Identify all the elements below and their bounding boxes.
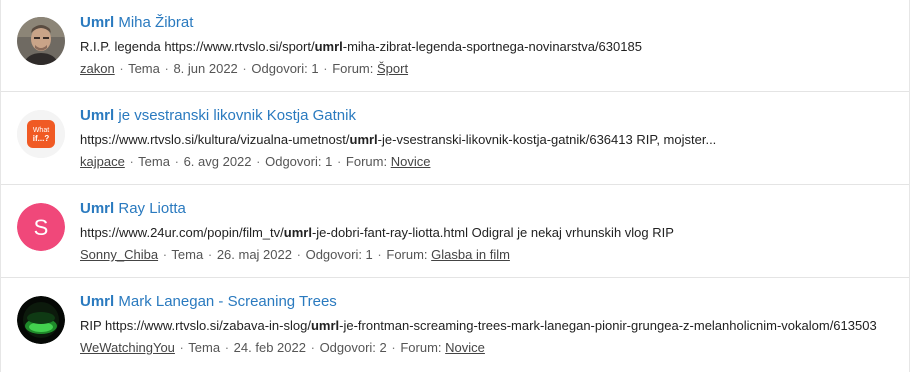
user-avatar[interactable]: [17, 296, 65, 344]
snippet-highlight: umrl: [310, 318, 340, 333]
title-text: je vsestranski likovnik Kostja Gatnik: [114, 107, 356, 124]
result-title-link[interactable]: Umrl Mark Lanegan - Screaning Trees: [80, 293, 337, 310]
snippet-text: https://www.24ur.com/popin/film_tv/: [80, 225, 284, 240]
result-item: Umrl Miha Žibrat R.I.P. legenda https://…: [1, 0, 909, 92]
title-text: Ray Liotta: [114, 200, 186, 217]
post-type: Tema: [128, 61, 160, 76]
reply-count: Odgovori: 1: [305, 247, 373, 262]
result-meta: Sonny_Chiba · Tema · 26. maj 2022 · Odgo…: [80, 247, 510, 262]
forum-label: Forum:: [386, 247, 428, 262]
author-link[interactable]: zakon: [80, 61, 115, 76]
snippet-text: -je-vsestranski-likovnik-kostja-gatnik/6…: [377, 132, 717, 147]
title-keyword: Umrl: [80, 293, 115, 310]
result-item: Umrl Mark Lanegan - Screaning Trees RIP …: [1, 279, 909, 371]
author-link[interactable]: Sonny_Chiba: [80, 247, 158, 262]
author-link[interactable]: kajpace: [80, 154, 125, 169]
result-snippet: https://www.24ur.com/popin/film_tv/umrl-…: [80, 225, 674, 240]
forum-link[interactable]: Novice: [445, 340, 485, 355]
post-date: 26. maj 2022: [216, 247, 292, 262]
forum-label: Forum:: [332, 61, 374, 76]
result-item: What if...? Umrl je vsestranski likovnik…: [1, 93, 909, 185]
post-date: 8. jun 2022: [173, 61, 238, 76]
reply-count: Odgovori: 1: [251, 61, 319, 76]
forum-link[interactable]: Novice: [391, 154, 431, 169]
result-title-link[interactable]: Umrl Ray Liotta: [80, 200, 186, 217]
logo-text-line1: What: [33, 127, 49, 134]
snippet-text: -je-dobri-fant-ray-liotta.html Odigral j…: [311, 225, 674, 240]
result-meta: zakon · Tema · 8. jun 2022 · Odgovori: 1…: [80, 61, 409, 76]
title-keyword: Umrl: [80, 14, 115, 31]
post-type: Tema: [188, 340, 221, 355]
snippet-text: RIP https://www.rtvslo.si/zabava-in-slog…: [80, 318, 311, 333]
post-type: Tema: [171, 247, 204, 262]
reply-count: Odgovori: 1: [265, 154, 333, 169]
snippet-text: https://www.rtvslo.si/kultura/vizualna-u…: [80, 132, 350, 147]
forum-label: Forum:: [345, 154, 388, 169]
post-date: 24. feb 2022: [233, 340, 306, 355]
result-snippet: R.I.P. legenda https://www.rtvslo.si/spo…: [80, 39, 642, 54]
snippet-text: -miha-zibrat-legenda-sportnega-novinarst…: [342, 39, 642, 54]
forum-link[interactable]: Šport: [377, 61, 408, 76]
result-snippet: RIP https://www.rtvslo.si/zabava-in-slog…: [80, 318, 877, 333]
forum-label: Forum:: [400, 340, 442, 355]
result-title-link[interactable]: Umrl je vsestranski likovnik Kostja Gatn…: [80, 107, 356, 124]
snippet-highlight: umrl: [283, 225, 312, 240]
user-avatar[interactable]: S: [17, 203, 65, 251]
title-text: Mark Lanegan - Screaning Trees: [114, 293, 337, 310]
snippet-highlight: umrl: [314, 39, 343, 54]
result-snippet: https://www.rtvslo.si/kultura/vizualna-u…: [80, 132, 716, 147]
user-avatar[interactable]: [17, 17, 65, 65]
result-meta: kajpace · Tema · 6. avg 2022 · Odgovori:…: [80, 154, 431, 169]
user-avatar[interactable]: What if...?: [17, 110, 65, 158]
avatar-letter: S: [34, 215, 49, 240]
post-date: 6. avg 2022: [183, 154, 252, 169]
result-item: S Umrl Ray Liotta https://www.24ur.com/p…: [1, 186, 909, 278]
result-meta: WeWatchingYou · Tema · 24. feb 2022 · Od…: [80, 340, 485, 355]
snippet-text: -je-frontman-screaming-trees-mark-lanega…: [339, 318, 877, 333]
title-text: Miha Žibrat: [114, 14, 194, 31]
snippet-text: R.I.P. legenda https://www.rtvslo.si/spo…: [80, 39, 315, 54]
logo-text-line2: if...?: [33, 134, 50, 143]
title-keyword: Umrl: [80, 107, 115, 124]
author-link[interactable]: WeWatchingYou: [80, 340, 175, 355]
forum-link[interactable]: Glasba in film: [431, 247, 510, 262]
post-type: Tema: [138, 154, 170, 169]
result-title-link[interactable]: Umrl Miha Žibrat: [80, 14, 193, 31]
search-results-list: Umrl Miha Žibrat R.I.P. legenda https://…: [0, 0, 910, 372]
title-keyword: Umrl: [80, 200, 115, 217]
snippet-highlight: umrl: [349, 132, 378, 147]
reply-count: Odgovori: 2: [319, 340, 387, 355]
